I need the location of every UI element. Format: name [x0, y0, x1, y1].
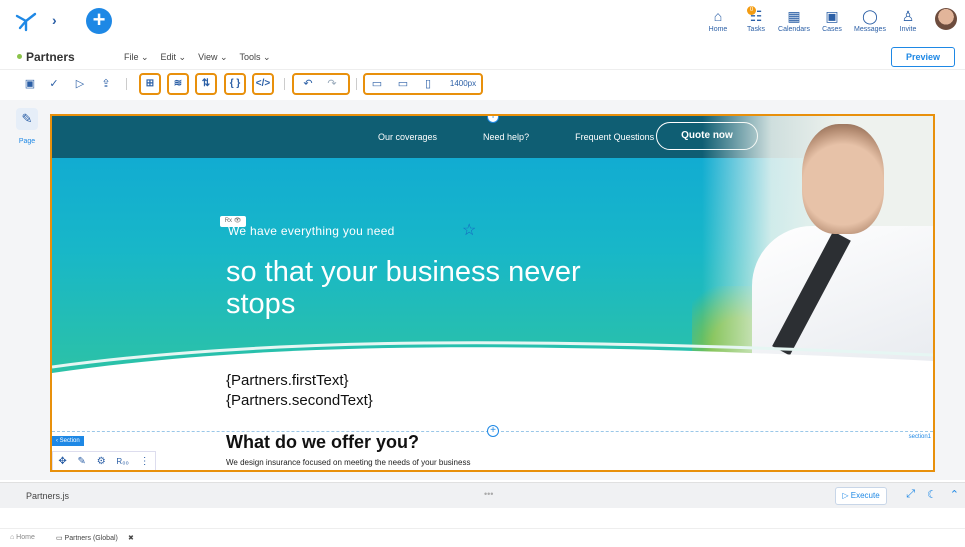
top-nav: ⌂ Home 0 ☷ Tasks ▦ Calendars ▣ Cases ◯ Message… — [699, 6, 927, 33]
redo-icon[interactable]: ↷ — [324, 75, 340, 93]
collapse-panel-icon[interactable]: ⌃ — [950, 488, 959, 501]
nav-calendars[interactable]: ▦ Calendars — [775, 6, 813, 33]
home-icon: ⌂ — [713, 8, 723, 24]
expand-chevron-icon[interactable]: › — [52, 12, 57, 28]
section-tag[interactable]: ‹ Section — [52, 436, 84, 446]
window-tabs: ⌂ Home ▭ Partners (Global) ✖ — [0, 528, 965, 547]
check-icon[interactable]: ✓ — [46, 75, 62, 93]
nav-tasks[interactable]: 0 ☷ Tasks — [737, 6, 775, 33]
invite-icon: ♙ — [901, 8, 915, 24]
tablet-icon[interactable]: ▭ — [395, 75, 411, 93]
star-icon[interactable]: ☆ — [462, 220, 476, 240]
site-nav-links: Our coverages Need help? Frequent Questi… — [378, 116, 654, 158]
more-options-icon[interactable]: ⋮ — [140, 456, 150, 467]
user-avatar[interactable] — [935, 8, 957, 30]
history-group: ↶ ↷ — [292, 73, 350, 95]
tab-partners-global[interactable]: ▭ Partners (Global) — [56, 534, 118, 542]
nav-invite[interactable]: ♙ Invite — [889, 6, 927, 33]
toolbar-separator — [284, 78, 285, 90]
section-name-label: section1 — [908, 434, 931, 440]
data-sources-icon[interactable]: ⇅ — [195, 73, 217, 95]
menu-tools[interactable]: Tools ⌄ — [240, 52, 271, 63]
hero-headline[interactable]: so that your business never stops — [226, 256, 646, 320]
calendar-icon: ▦ — [787, 8, 801, 24]
palette-icon: ✎ — [16, 108, 38, 130]
components-icon[interactable]: ⊞ — [139, 73, 161, 95]
editor-toolbar: ▣ ✓ ▷ ⇪ ⊞ ≋ ⇅ { } </> ↶ ↷ ▭ ▭ ▯ 1400px — [0, 70, 965, 98]
undo-icon[interactable]: ↶ — [300, 75, 316, 93]
app-name: Partners — [17, 50, 75, 64]
menu-edit[interactable]: Edit ⌄ — [161, 52, 187, 63]
rx-rules-icon[interactable]: R₀₀ — [116, 457, 128, 466]
content-section[interactable]: {Partners.firstText} {Partners.secondTex… — [52, 366, 933, 470]
add-element-icon[interactable]: + — [487, 425, 499, 437]
script-file-tab[interactable]: Partners.js — [26, 491, 69, 501]
move-icon[interactable]: ✥ — [58, 456, 66, 467]
code-panel-bar: Partners.js ••• ▷ Execute ⤢ ☾ ⌃ — [0, 482, 965, 508]
offer-text[interactable]: We design insurance focused on meeting t… — [226, 458, 470, 467]
top-bar: › + ⌂ Home 0 ☷ Tasks ▦ Calendars ▣ Cases ◯ Mes… — [0, 0, 965, 42]
second-text-template[interactable]: {Partners.secondText} — [226, 392, 373, 409]
close-tab-icon[interactable]: ✖ — [128, 534, 134, 542]
nav-need-help[interactable]: Need help? — [483, 132, 529, 142]
mobile-icon[interactable]: ▯ — [421, 75, 435, 93]
menu-file[interactable]: File ⌄ — [124, 52, 149, 63]
page-canvas[interactable]: Our coverages Need help? Frequent Questi… — [50, 114, 935, 472]
menu-bar: Partners File ⌄ Edit ⌄ View ⌄ Tools ⌄ Pr… — [0, 42, 965, 70]
nav-home[interactable]: ⌂ Home — [699, 6, 737, 33]
first-text-template[interactable]: {Partners.firstText} — [226, 372, 349, 389]
style-palette-icon[interactable]: ✎ — [78, 456, 86, 467]
layers-icon[interactable]: ≋ — [167, 73, 189, 95]
canvas-width[interactable]: 1400px — [445, 75, 481, 93]
hero-subtitle[interactable]: We have everything you need — [228, 224, 395, 238]
person-head — [802, 124, 884, 234]
rx-visibility-badge[interactable]: Rx 👁 — [220, 216, 246, 227]
nav-cases[interactable]: ▣ Cases — [813, 6, 851, 33]
desktop-icon[interactable]: ▭ — [369, 75, 385, 93]
theme-toggle-icon[interactable]: ☾ — [927, 488, 937, 501]
toolbar-separator — [126, 78, 127, 90]
section-actions-bar: ✥ ✎ ⚙ R₀₀ ⋮ — [52, 451, 156, 470]
tab-home[interactable]: ⌂ Home — [10, 534, 35, 541]
nav-frequent-questions[interactable]: Frequent Questions — [575, 132, 654, 142]
save-icon[interactable]: ▣ — [22, 75, 38, 93]
panel-resize-handle[interactable]: ••• — [484, 489, 493, 499]
menu-view[interactable]: View ⌄ — [198, 52, 227, 63]
briefcase-icon: ▣ — [825, 8, 839, 24]
page-panel-label: Page — [18, 138, 36, 145]
play-icon[interactable]: ▷ — [72, 75, 88, 93]
tasks-badge: 0 — [747, 6, 756, 15]
toolbar-separator — [356, 78, 357, 90]
device-group: ▭ ▭ ▯ 1400px — [363, 73, 483, 95]
code-icon[interactable]: </> — [252, 73, 274, 95]
execute-button[interactable]: ▷ Execute — [835, 487, 887, 505]
settings-gear-icon[interactable]: ⚙ — [97, 456, 106, 467]
page-panel-button[interactable]: ✎ Page — [12, 108, 42, 145]
expand-icon[interactable]: ⤢ — [906, 488, 915, 501]
tasks-icon: ☷ — [749, 8, 763, 24]
app-logo-icon[interactable] — [14, 10, 38, 32]
variables-icon[interactable]: { } — [224, 73, 246, 95]
menu-list: File ⌄ Edit ⌄ View ⌄ Tools ⌄ — [124, 52, 271, 63]
add-button[interactable]: + — [86, 8, 112, 34]
chat-icon: ◯ — [862, 8, 878, 24]
preview-button[interactable]: Preview — [891, 47, 955, 67]
hero-section[interactable]: Our coverages Need help? Frequent Questi… — [52, 116, 933, 386]
offer-title[interactable]: What do we offer you? — [226, 432, 419, 453]
nav-our-coverages[interactable]: Our coverages — [378, 132, 437, 142]
nav-messages[interactable]: ◯ Messages — [851, 6, 889, 33]
publish-icon[interactable]: ⇪ — [98, 75, 114, 93]
